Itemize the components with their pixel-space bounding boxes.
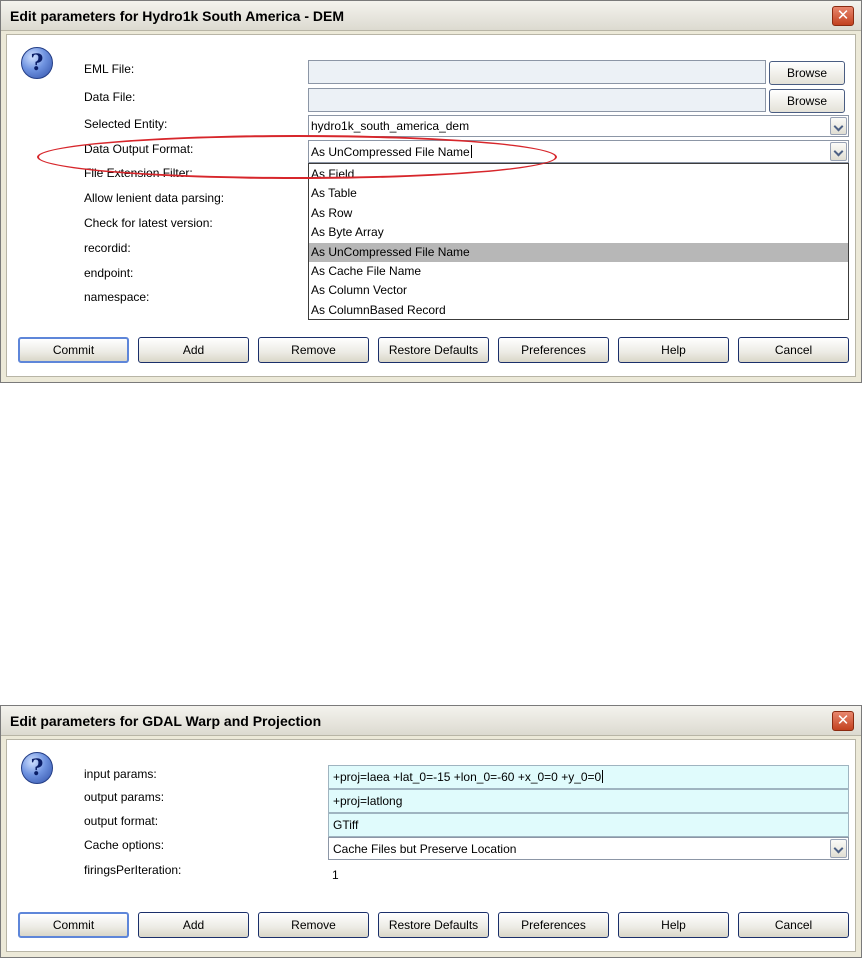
- cancel-button[interactable]: Cancel: [738, 912, 849, 938]
- restore-defaults-button[interactable]: Restore Defaults: [378, 912, 489, 938]
- chevron-down-icon[interactable]: [830, 839, 847, 858]
- eml-file-input[interactable]: [308, 60, 766, 84]
- remove-button[interactable]: Remove: [258, 912, 369, 938]
- dialog-title: Edit parameters for GDAL Warp and Projec…: [10, 713, 322, 729]
- dialog-title: Edit parameters for Hydro1k South Americ…: [10, 8, 345, 24]
- dialog-gdal-warp-parameters: Edit parameters for GDAL Warp and Projec…: [0, 705, 862, 958]
- cache-options-dropdown[interactable]: Cache Files but Preserve Location: [328, 837, 849, 860]
- preferences-button[interactable]: Preferences: [498, 912, 609, 938]
- data-output-format-value: As UnCompressed File Name: [311, 145, 470, 159]
- firings-per-iteration-label: firingsPerIteration:: [84, 863, 182, 877]
- question-icon: ?: [21, 47, 53, 79]
- selected-entity-label: Selected Entity:: [84, 117, 168, 131]
- commit-button[interactable]: Commit: [18, 337, 129, 363]
- cache-options-value: Cache Files but Preserve Location: [333, 842, 517, 856]
- add-button[interactable]: Add: [138, 337, 249, 363]
- eml-file-label: EML File:: [84, 62, 135, 76]
- firings-per-iteration-value: 1: [332, 868, 339, 882]
- namespace-label: namespace:: [84, 290, 150, 304]
- input-params-value: +proj=laea +lat_0=-15 +lon_0=-60 +x_0=0 …: [333, 770, 602, 784]
- cancel-button[interactable]: Cancel: [738, 337, 849, 363]
- close-icon[interactable]: ✕: [832, 6, 854, 26]
- output-params-value: +proj=latlong: [333, 794, 403, 808]
- input-params-field[interactable]: +proj=laea +lat_0=-15 +lon_0=-60 +x_0=0 …: [328, 765, 849, 789]
- list-item-selected[interactable]: As UnCompressed File Name: [309, 243, 848, 262]
- data-browse-button[interactable]: Browse: [769, 89, 845, 113]
- selected-entity-dropdown[interactable]: hydro1k_south_america_dem: [308, 115, 849, 137]
- output-params-field[interactable]: +proj=latlong: [328, 789, 849, 813]
- eml-browse-button[interactable]: Browse: [769, 61, 845, 85]
- allow-lenient-label: Allow lenient data parsing:: [84, 191, 225, 205]
- help-button[interactable]: Help: [618, 912, 729, 938]
- dialog-body: ? EML File: Data File: Selected Entity: …: [6, 34, 856, 377]
- list-item[interactable]: As Cache File Name: [309, 262, 848, 281]
- chevron-down-icon[interactable]: [830, 117, 847, 135]
- preferences-button[interactable]: Preferences: [498, 337, 609, 363]
- data-output-format-label: Data Output Format:: [84, 142, 194, 156]
- cache-options-label: Cache options:: [84, 838, 165, 852]
- list-item[interactable]: As Field: [309, 165, 848, 184]
- chevron-down-icon[interactable]: [830, 142, 847, 161]
- endpoint-label: endpoint:: [84, 266, 134, 280]
- output-format-label: output format:: [84, 814, 159, 828]
- list-item[interactable]: As Byte Array: [309, 223, 848, 242]
- output-params-label: output params:: [84, 790, 165, 804]
- output-format-value: GTiff: [333, 818, 359, 832]
- title-bar[interactable]: Edit parameters for Hydro1k South Americ…: [1, 1, 861, 31]
- data-output-format-dropdown[interactable]: As UnCompressed File Name: [308, 140, 849, 163]
- output-format-field[interactable]: GTiff: [328, 813, 849, 837]
- remove-button[interactable]: Remove: [258, 337, 369, 363]
- selected-entity-value: hydro1k_south_america_dem: [311, 119, 470, 133]
- close-icon[interactable]: ✕: [832, 711, 854, 731]
- help-button[interactable]: Help: [618, 337, 729, 363]
- dialog-body: ? input params: output params: output fo…: [6, 739, 856, 952]
- title-bar[interactable]: Edit parameters for GDAL Warp and Projec…: [1, 706, 861, 736]
- check-latest-label: Check for latest version:: [84, 216, 213, 230]
- file-extension-filter-label: File Extension Filter:: [84, 166, 193, 180]
- question-icon: ?: [21, 752, 53, 784]
- input-params-label: input params:: [84, 767, 157, 781]
- list-item[interactable]: As Row: [309, 204, 848, 223]
- dialog-hydro1k-parameters: Edit parameters for Hydro1k South Americ…: [0, 0, 862, 383]
- format-options-list[interactable]: As Field As Table As Row As Byte Array A…: [308, 163, 849, 320]
- data-file-label: Data File:: [84, 90, 136, 104]
- restore-defaults-button[interactable]: Restore Defaults: [378, 337, 489, 363]
- data-file-input[interactable]: [308, 88, 766, 112]
- add-button[interactable]: Add: [138, 912, 249, 938]
- list-item[interactable]: As Table: [309, 184, 848, 203]
- list-item[interactable]: As ColumnBased Record: [309, 301, 848, 320]
- recordid-label: recordid:: [84, 241, 131, 255]
- list-item[interactable]: As Column Vector: [309, 281, 848, 300]
- commit-button[interactable]: Commit: [18, 912, 129, 938]
